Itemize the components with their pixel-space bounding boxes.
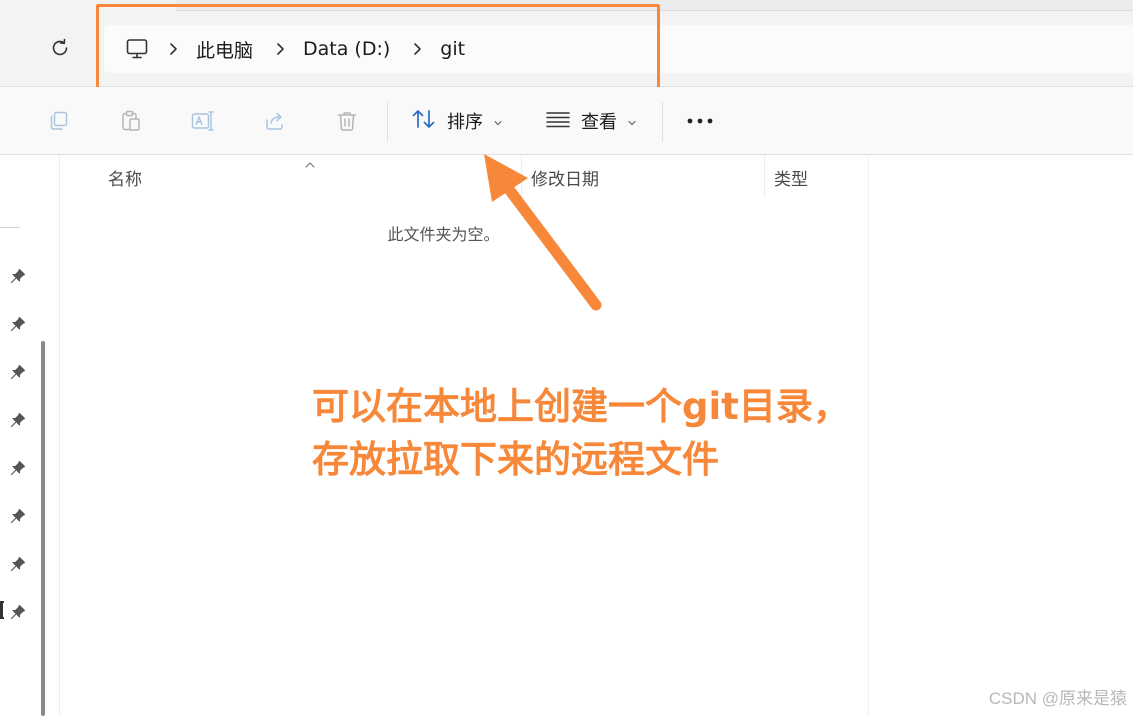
view-lines-icon bbox=[545, 107, 571, 135]
pin-icon[interactable] bbox=[9, 555, 27, 573]
sort-ascending-indicator-icon bbox=[303, 155, 317, 174]
pin-icon[interactable] bbox=[9, 459, 27, 477]
column-header-type[interactable]: 类型 bbox=[774, 165, 808, 190]
pin-icon[interactable] bbox=[9, 411, 27, 429]
column-divider[interactable] bbox=[764, 155, 765, 197]
toolbar-divider bbox=[662, 102, 663, 142]
copy-icon[interactable] bbox=[44, 106, 74, 136]
pin-icon[interactable] bbox=[9, 363, 27, 381]
annotation-arrow-icon bbox=[484, 154, 602, 311]
sort-button[interactable]: 排序 bbox=[411, 105, 503, 137]
annotation-highlight-box bbox=[96, 4, 660, 100]
pin-icon[interactable] bbox=[9, 507, 27, 525]
more-icon[interactable] bbox=[682, 105, 718, 137]
pin-icon[interactable] bbox=[9, 315, 27, 333]
nav-item-truncated-glyph bbox=[0, 601, 4, 619]
delete-icon[interactable] bbox=[332, 106, 362, 136]
chevron-down-icon bbox=[627, 112, 637, 131]
sort-icon bbox=[411, 107, 437, 135]
nav-scrollbar[interactable] bbox=[41, 341, 45, 716]
pin-icon[interactable] bbox=[9, 603, 27, 621]
annotation-line-2: 存放拉取下来的远程文件 bbox=[312, 438, 719, 481]
toolbar-divider bbox=[387, 102, 388, 142]
view-button[interactable]: 查看 bbox=[545, 105, 637, 137]
rename-icon[interactable] bbox=[188, 106, 218, 136]
refresh-icon[interactable] bbox=[44, 32, 76, 64]
sort-label: 排序 bbox=[447, 112, 483, 133]
command-toolbar: 排序 查看 bbox=[0, 87, 1133, 155]
column-header-name[interactable]: 名称 bbox=[108, 165, 142, 190]
annotation-line-1: 可以在本地上创建一个git目录， bbox=[312, 385, 850, 428]
view-label: 查看 bbox=[581, 112, 617, 133]
chevron-down-icon bbox=[493, 112, 503, 131]
annotation-text: 可以在本地上创建一个git目录， 存放拉取下来的远程文件 bbox=[312, 380, 972, 486]
share-icon[interactable] bbox=[260, 106, 290, 136]
watermark: CSDN @原来是猿 bbox=[988, 689, 1127, 708]
pin-icon[interactable] bbox=[9, 267, 27, 285]
paste-icon[interactable] bbox=[116, 106, 146, 136]
